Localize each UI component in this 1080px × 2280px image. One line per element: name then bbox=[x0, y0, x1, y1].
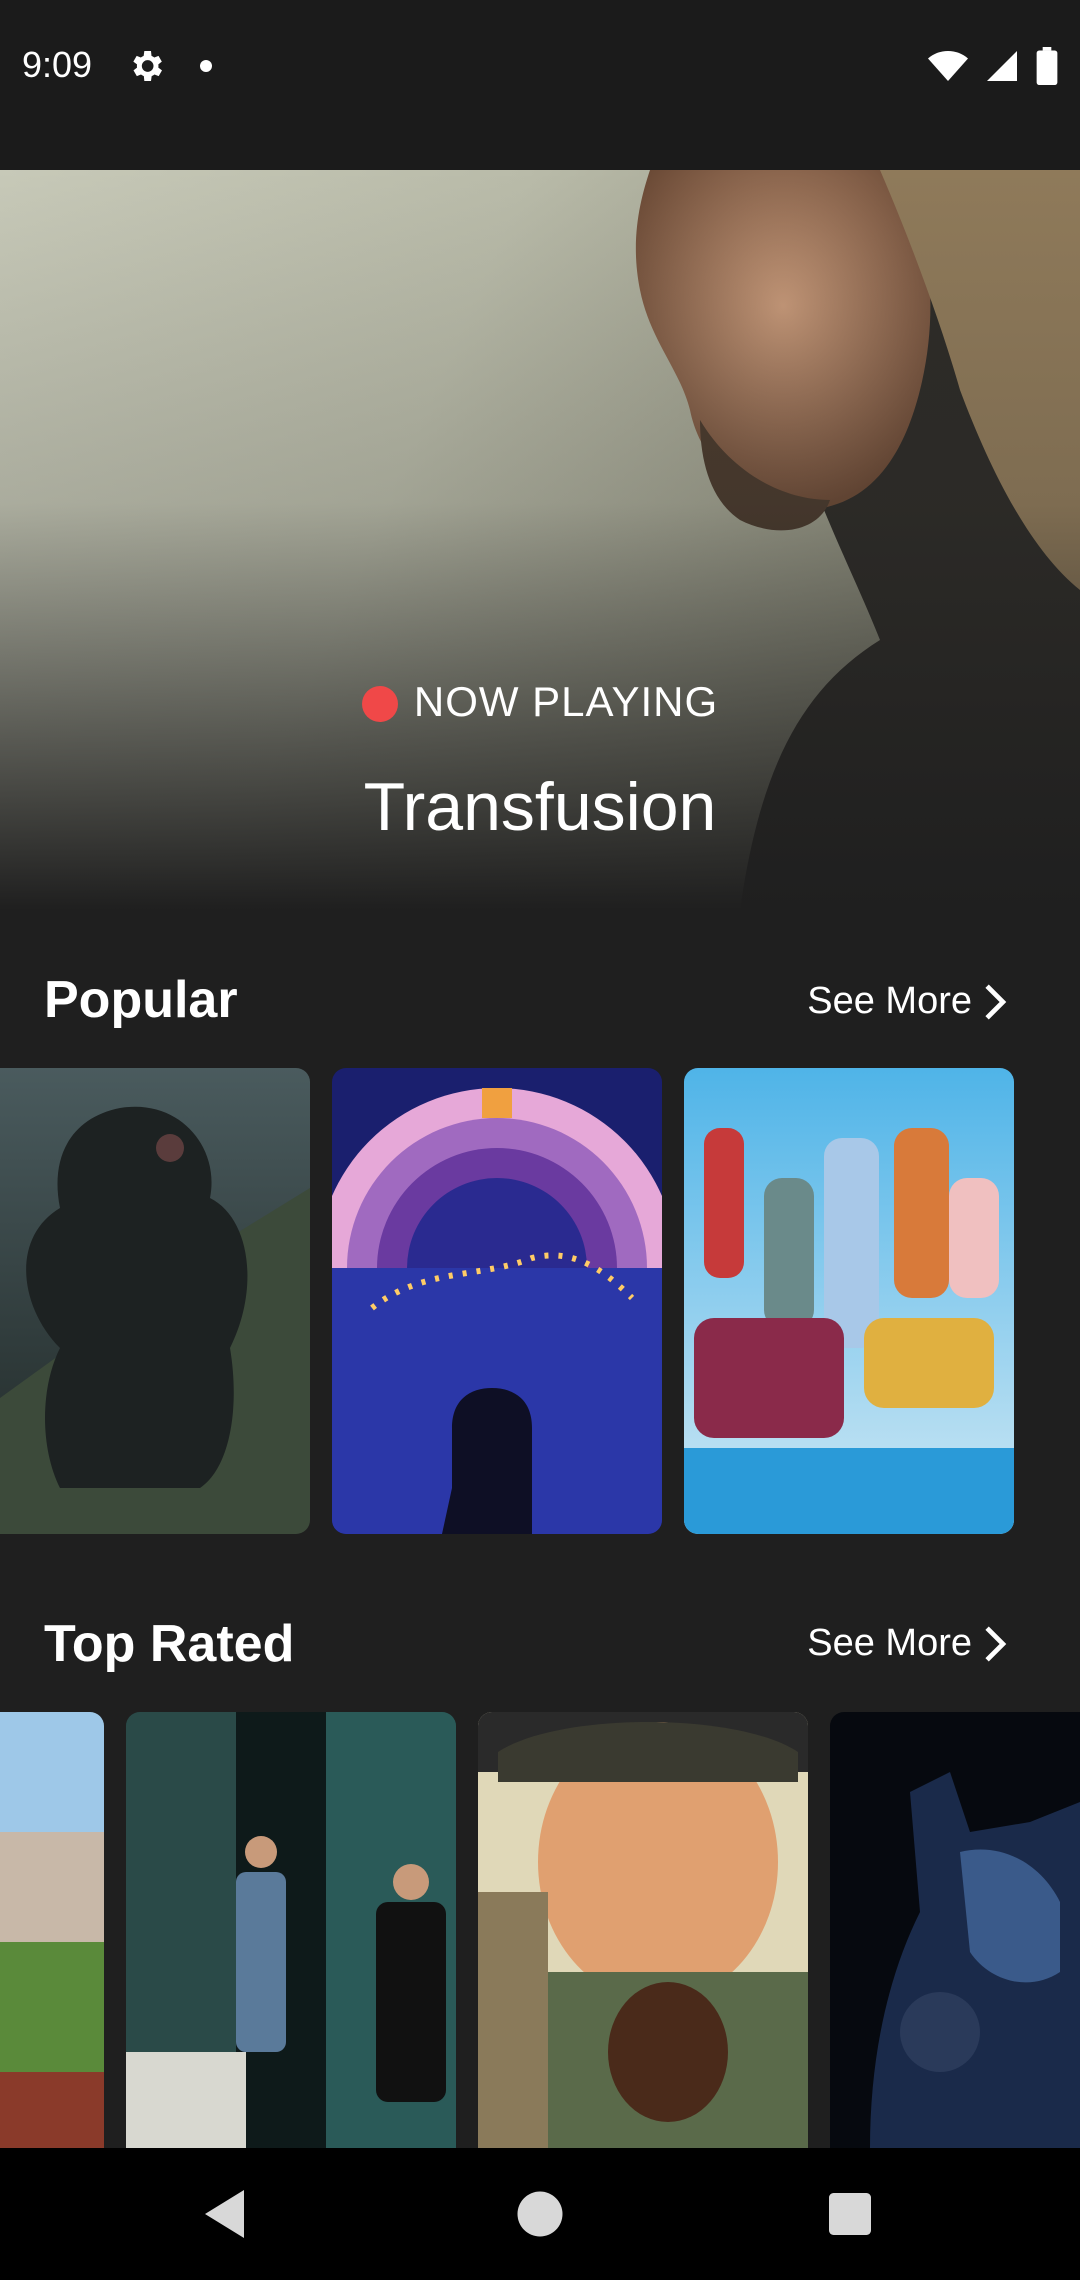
see-more-label: See More bbox=[807, 980, 972, 1022]
popular-poster-2[interactable] bbox=[332, 1068, 662, 1534]
poster-image bbox=[478, 1712, 808, 2148]
popular-poster-3[interactable] bbox=[684, 1068, 1014, 1534]
poster-image bbox=[684, 1068, 1014, 1534]
now-playing-hero[interactable]: NOW PLAYING Transfusion bbox=[0, 170, 1080, 910]
popular-section-title: Popular bbox=[44, 971, 238, 1029]
wifi-icon bbox=[928, 51, 968, 81]
chevron-right-icon bbox=[985, 983, 1007, 1020]
top-rated-section-title: Top Rated bbox=[44, 1615, 295, 1673]
popular-poster-1[interactable] bbox=[0, 1068, 310, 1534]
top-rated-poster-1[interactable] bbox=[0, 1712, 104, 2148]
top-rated-poster-4[interactable] bbox=[830, 1712, 1080, 2148]
poster-image bbox=[126, 1712, 456, 2148]
top-rated-poster-3[interactable] bbox=[478, 1712, 808, 2148]
status-time: 9:09 bbox=[22, 44, 93, 85]
popular-see-more-link[interactable]: See More bbox=[807, 980, 1008, 1023]
system-navigation-bar bbox=[0, 2148, 1080, 2280]
recents-icon[interactable] bbox=[814, 2178, 886, 2250]
status-bar: 9:09 bbox=[0, 0, 1080, 170]
poster-image bbox=[0, 1068, 310, 1534]
see-more-label: See More bbox=[807, 1622, 972, 1664]
live-dot-icon bbox=[361, 686, 398, 722]
poster-image bbox=[332, 1068, 662, 1534]
gear-icon bbox=[133, 51, 162, 81]
notification-dot-icon bbox=[200, 60, 212, 72]
chevron-right-icon bbox=[985, 1625, 1007, 1662]
top-rated-see-more-link[interactable]: See More bbox=[807, 1622, 1008, 1665]
poster-image bbox=[0, 1712, 104, 2148]
battery-icon bbox=[1036, 47, 1058, 85]
top-rated-poster-2[interactable] bbox=[126, 1712, 456, 2148]
back-icon[interactable] bbox=[190, 2178, 262, 2250]
status-icons bbox=[928, 46, 1058, 86]
poster-image bbox=[830, 1712, 1080, 2148]
now-playing-label: NOW PLAYING bbox=[0, 678, 1080, 726]
hero-movie-title: Transfusion bbox=[363, 769, 717, 845]
signal-icon bbox=[987, 51, 1017, 81]
home-icon[interactable] bbox=[504, 2178, 576, 2250]
now-playing-text: NOW PLAYING bbox=[413, 678, 719, 725]
